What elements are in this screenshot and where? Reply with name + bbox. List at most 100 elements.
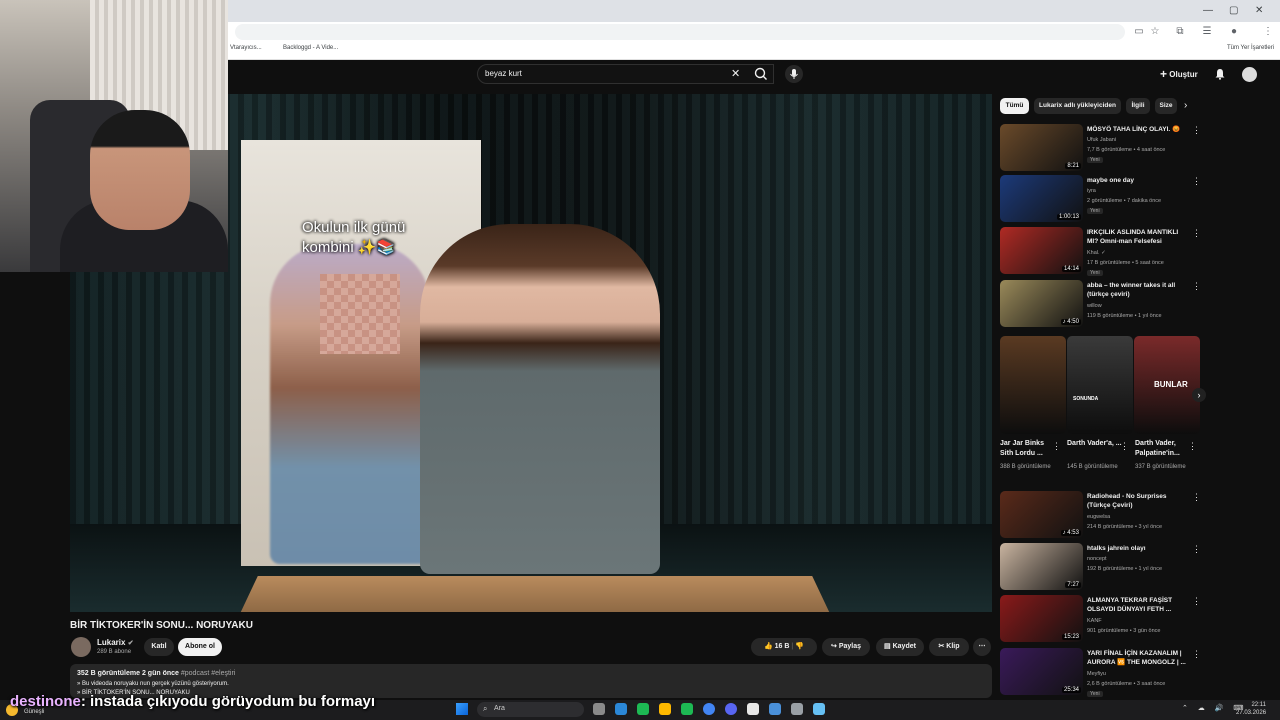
video-title-link[interactable]: MÖSYÖ TAHA LİNÇ OLAYI. 😡 xyxy=(1087,125,1187,134)
thumbs-down-icon[interactable]: 👎 xyxy=(795,643,804,650)
photos-icon[interactable] xyxy=(659,703,671,715)
video-title-link[interactable]: abba – the winner takes it all (türkçe ç… xyxy=(1087,281,1187,299)
obs-icon[interactable] xyxy=(769,703,781,715)
bookmark-item[interactable]: Vtarayıcıs... xyxy=(230,45,262,51)
chips-next-icon[interactable]: › xyxy=(1184,100,1187,111)
like-dislike-group[interactable]: 👍 16 B | 👎 xyxy=(751,638,817,656)
video-channel[interactable]: Meyfiyu xyxy=(1087,669,1192,679)
shorts-next-icon[interactable]: › xyxy=(1192,388,1206,402)
video-title-link[interactable]: maybe one day xyxy=(1087,176,1187,185)
short-thumbnail[interactable]: SONUNDA xyxy=(1067,336,1133,434)
cast-icon[interactable]: ▭ xyxy=(1133,26,1145,38)
video-menu-icon[interactable]: ⋮ xyxy=(1192,176,1201,187)
chrome-icon[interactable] xyxy=(725,703,737,715)
video-thumbnail[interactable]: 8:21 xyxy=(1000,124,1083,171)
short-menu-icon[interactable]: ⋮ xyxy=(1052,441,1061,452)
video-channel[interactable]: Ufuk Jabani xyxy=(1087,135,1192,145)
chip-from-uploader[interactable]: Lukarix adlı yükleyiciden xyxy=(1034,98,1121,114)
video-title-link[interactable]: IRKÇILIK ASLINDA MANTIKLI MI? Omni-man F… xyxy=(1087,228,1187,246)
video-duration: ♪ 4:53 xyxy=(1060,530,1081,536)
video-title-link[interactable]: Radiohead - No Surprises (Türkçe Çeviri) xyxy=(1087,492,1187,510)
edge-icon[interactable] xyxy=(615,703,627,715)
chip-for-you[interactable]: Size xyxy=(1155,98,1177,114)
save-button[interactable]: ▤ Kaydet xyxy=(876,638,924,656)
video-channel[interactable]: willow xyxy=(1087,301,1192,311)
video-menu-icon[interactable]: ⋮ xyxy=(1192,125,1201,136)
bookmark-item[interactable]: Backloggd - A Vide... xyxy=(283,45,338,51)
short-menu-icon[interactable]: ⋮ xyxy=(1120,441,1129,452)
taskbar-clock[interactable]: 22:11 27.03.2026 xyxy=(1236,701,1266,717)
short-thumbnail[interactable]: BUNLAR xyxy=(1134,336,1200,434)
clip-label: Klip xyxy=(946,643,960,650)
video-thumbnail[interactable]: 14:14 xyxy=(1000,227,1083,274)
video-thumbnail[interactable]: ♪ 4:53 xyxy=(1000,491,1083,538)
share-label: Paylaş xyxy=(838,643,861,650)
share-button[interactable]: ↪ Paylaş xyxy=(822,638,870,656)
video-channel[interactable]: noncept xyxy=(1087,554,1192,564)
thumbs-up-icon[interactable]: 👍 xyxy=(764,643,773,650)
chrome-menu-icon[interactable]: ⋮ xyxy=(1262,26,1274,38)
search-button[interactable] xyxy=(748,64,774,84)
description-line: » Bu videoda noruyaku nun gerçek yüzünü … xyxy=(77,681,229,687)
video-channel[interactable]: iyra xyxy=(1087,186,1192,196)
join-button[interactable]: Katıl xyxy=(144,638,174,656)
new-badge: Yeni xyxy=(1087,691,1103,697)
hashtags[interactable]: #podcast #eleştiri xyxy=(181,670,235,677)
notifications-bell-icon[interactable] xyxy=(1214,67,1226,80)
video-menu-icon[interactable]: ⋮ xyxy=(1192,281,1201,292)
profile-icon[interactable]: ● xyxy=(1228,26,1240,38)
subscribe-button[interactable]: Abone ol xyxy=(178,638,222,656)
address-bar[interactable] xyxy=(235,24,1125,40)
account-avatar[interactable] xyxy=(1242,67,1257,82)
downloads-icon[interactable]: ☰ xyxy=(1201,26,1213,38)
video-title-link[interactable]: YARI FİNAL İÇİN KAZANALIM | AURORA 🆚 THE… xyxy=(1087,649,1187,667)
video-duration: 14:14 xyxy=(1061,266,1081,272)
create-button[interactable]: + Oluştur xyxy=(1160,67,1198,81)
chip-related[interactable]: İlgili xyxy=(1126,98,1150,114)
video-menu-icon[interactable]: ⋮ xyxy=(1192,649,1201,660)
video-thumbnail[interactable]: 25:34 xyxy=(1000,648,1083,695)
video-channel[interactable]: KANF xyxy=(1087,616,1192,626)
minimize-icon[interactable]: — xyxy=(1203,5,1213,16)
windows-start-icon[interactable] xyxy=(456,703,468,715)
voice-search-button[interactable] xyxy=(785,65,803,83)
close-window-icon[interactable]: ✕ xyxy=(1255,5,1263,16)
maximize-icon[interactable]: ▢ xyxy=(1229,5,1238,16)
video-menu-icon[interactable]: ⋮ xyxy=(1192,492,1201,503)
xbox-icon[interactable] xyxy=(637,703,649,715)
steam-icon[interactable] xyxy=(813,703,825,715)
clear-search-icon[interactable]: ✕ xyxy=(731,67,740,80)
task-view-icon[interactable] xyxy=(593,703,605,715)
short-title[interactable]: Jar Jar Binks Sith Lordu ... xyxy=(1000,439,1056,459)
video-channel[interactable]: Khal. ✓ xyxy=(1087,248,1192,258)
taskbar-search-icon: ⌕ xyxy=(483,704,488,713)
extensions-icon[interactable]: ⧉ xyxy=(1174,26,1186,38)
short-thumbnail[interactable] xyxy=(1000,336,1066,434)
bookmark-star-icon[interactable]: ☆ xyxy=(1149,26,1161,38)
microphone-icon xyxy=(790,69,798,79)
short-title[interactable]: Darth Vader, Palpatine'in... xyxy=(1135,439,1191,459)
chip-all[interactable]: Tümü xyxy=(1000,98,1029,114)
short-title[interactable]: Darth Vader'a, ... xyxy=(1067,439,1123,449)
channel-avatar[interactable] xyxy=(71,637,91,657)
search-value[interactable]: beyaz kurt xyxy=(485,69,522,78)
video-channel[interactable]: eugwelsa xyxy=(1087,512,1192,522)
channel-name[interactable]: Lukarix ✔ xyxy=(97,638,134,647)
video-menu-icon[interactable]: ⋮ xyxy=(1192,596,1201,607)
clip-button[interactable]: ✂ Klip xyxy=(929,638,969,656)
video-menu-icon[interactable]: ⋮ xyxy=(1192,544,1201,555)
more-actions-button[interactable]: ⋯ xyxy=(973,638,991,656)
video-thumbnail[interactable]: ♪ 4:50 xyxy=(1000,280,1083,327)
discord-icon[interactable] xyxy=(747,703,759,715)
all-bookmarks[interactable]: Tüm Yer İşaretleri xyxy=(1227,45,1274,51)
spotify-icon[interactable] xyxy=(703,703,715,715)
video-thumbnail[interactable]: 7:27 xyxy=(1000,543,1083,590)
video-thumbnail[interactable]: 1:00:13 xyxy=(1000,175,1083,222)
settings-icon[interactable] xyxy=(791,703,803,715)
video-thumbnail[interactable]: 15:23 xyxy=(1000,595,1083,642)
video-title-link[interactable]: htalks jahrein olayı xyxy=(1087,544,1187,553)
video-title-link[interactable]: ALMANYA TEKRAR FAŞİST OLSAYDI DÜNYAYI FE… xyxy=(1087,596,1187,614)
short-menu-icon[interactable]: ⋮ xyxy=(1188,441,1197,452)
file-explorer-icon[interactable] xyxy=(681,703,693,715)
video-menu-icon[interactable]: ⋮ xyxy=(1192,228,1201,239)
